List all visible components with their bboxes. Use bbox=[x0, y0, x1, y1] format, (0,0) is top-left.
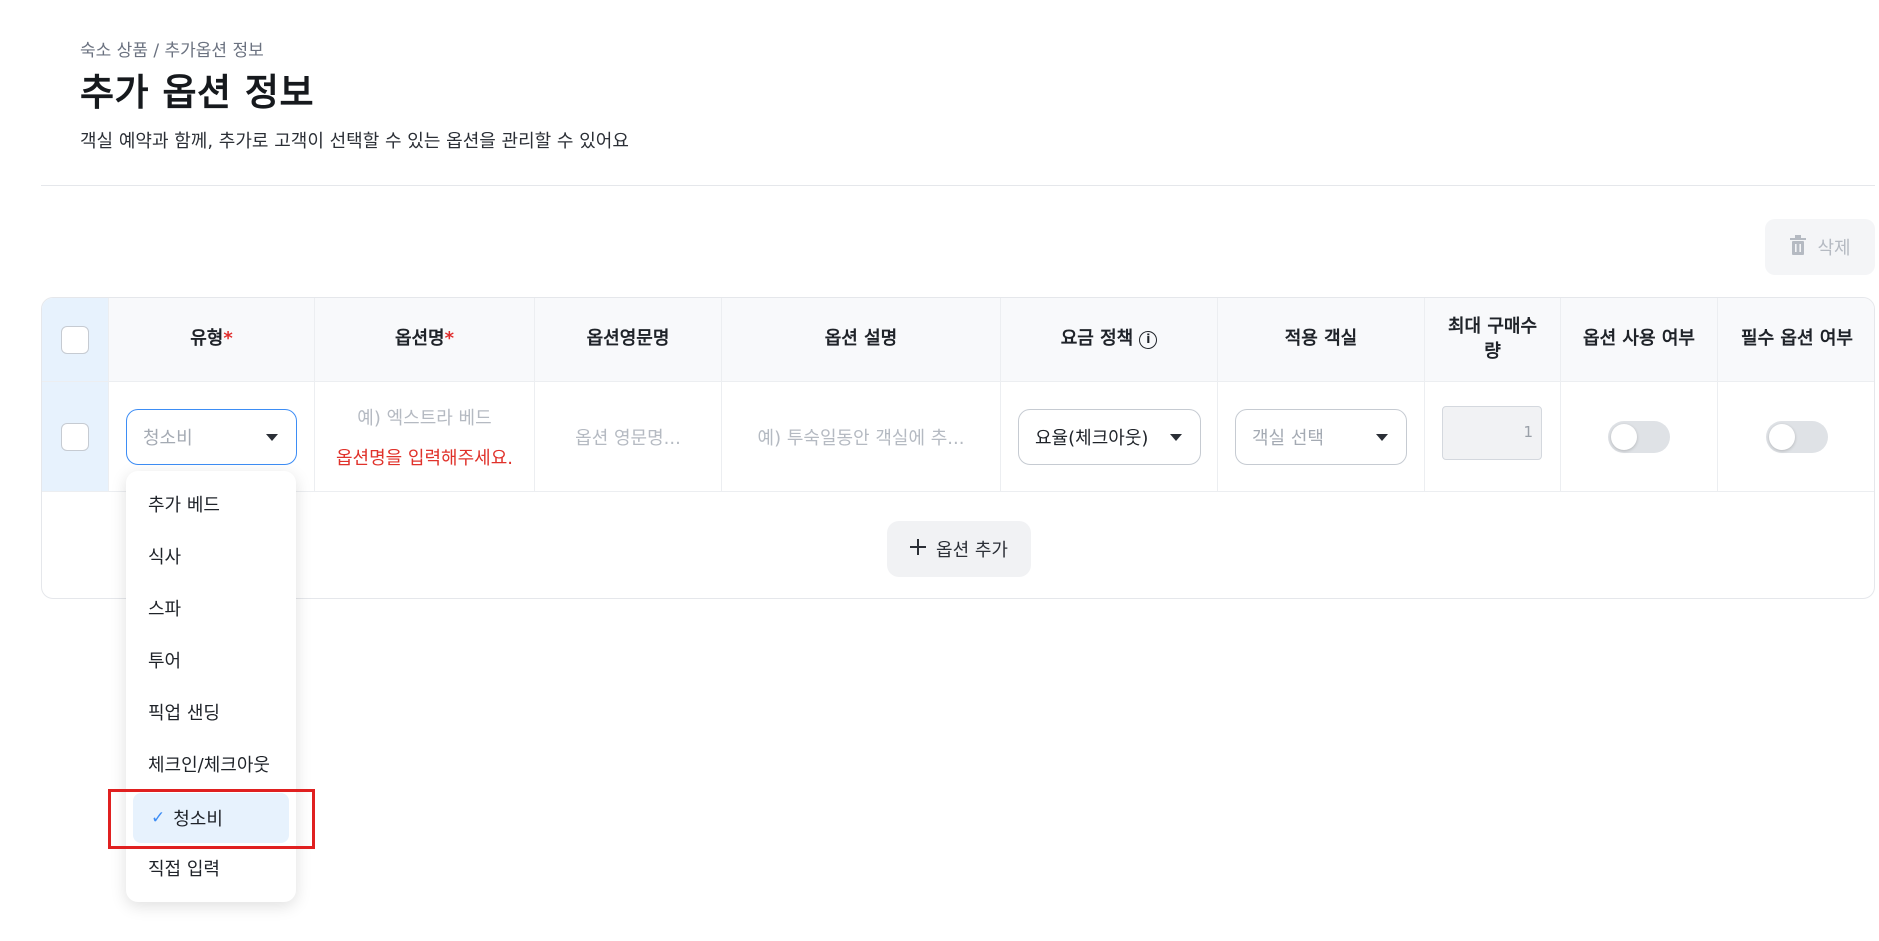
required-mark: * bbox=[223, 328, 233, 350]
dropdown-item[interactable]: 투어 bbox=[148, 647, 181, 673]
delete-label: 삭제 bbox=[1817, 238, 1851, 259]
header-max-qty: 최대 구매수량 bbox=[1425, 298, 1561, 381]
header-divider bbox=[41, 185, 1875, 186]
caret-down-icon bbox=[1376, 433, 1388, 441]
pricing-select-value: 요율(체크아웃) bbox=[1035, 428, 1149, 449]
dropdown-item-label: 청소비 bbox=[173, 809, 223, 830]
header-name-label: 옵션명 bbox=[394, 328, 445, 350]
type-select-value: 청소비 bbox=[143, 428, 193, 449]
header-type: 유형 * bbox=[109, 298, 315, 381]
table-row: 청소비 예) 엑스트라 베드 옵션명을 입력해주세요. 옵션 영문명... 예)… bbox=[42, 382, 1874, 492]
header-en-name: 옵션영문명 bbox=[535, 298, 722, 381]
page-title: 추가 옵션 정보 bbox=[80, 71, 315, 114]
rooms-cell: 객실 선택 bbox=[1218, 382, 1425, 491]
option-en-name-input[interactable]: 옵션 영문명... bbox=[575, 424, 681, 450]
required-mark: * bbox=[444, 328, 455, 350]
dropdown-item[interactable]: 식사 bbox=[148, 543, 181, 569]
page-description: 객실 예약과 함께, 추가로 고객이 선택할 수 있는 옵션을 관리할 수 있어… bbox=[80, 131, 629, 152]
desc-cell: 예) 투숙일동안 객실에 추... bbox=[722, 382, 1001, 491]
option-use-toggle[interactable] bbox=[1608, 420, 1670, 453]
type-select[interactable]: 청소비 bbox=[126, 409, 297, 465]
plus-icon bbox=[910, 538, 927, 560]
caret-down-icon bbox=[1170, 433, 1182, 441]
info-icon[interactable]: i bbox=[1139, 330, 1158, 349]
row-select-cell bbox=[42, 382, 109, 491]
header-type-label: 유형 bbox=[190, 328, 224, 350]
add-option-button[interactable]: 옵션 추가 bbox=[887, 521, 1031, 577]
dropdown-item-selected[interactable]: ✓ 청소비 bbox=[133, 793, 289, 843]
header-desc: 옵션 설명 bbox=[722, 298, 1001, 381]
required-cell bbox=[1718, 382, 1874, 491]
check-icon: ✓ bbox=[151, 808, 166, 828]
rooms-select-value: 객실 선택 bbox=[1252, 428, 1324, 449]
dropdown-item[interactable]: 스파 bbox=[148, 595, 181, 621]
table-header: 유형 * 옵션명 * 옵션영문명 옵션 설명 요금 정책 i 적용 객실 최대 구매… bbox=[42, 298, 1874, 382]
caret-down-icon bbox=[266, 433, 278, 441]
header-select-cell bbox=[42, 298, 109, 381]
delete-button[interactable]: 삭제 bbox=[1765, 219, 1875, 275]
header-required: 필수 옵션 여부 bbox=[1718, 298, 1874, 381]
row-checkbox[interactable] bbox=[61, 422, 89, 451]
option-desc-input[interactable]: 예) 투숙일동안 객실에 추... bbox=[758, 424, 965, 450]
breadcrumb: 숙소 상품 / 추가옵션 정보 bbox=[80, 41, 264, 61]
header-rooms-label: 적용 객실 bbox=[1284, 328, 1358, 350]
header-desc-label: 옵션 설명 bbox=[824, 328, 898, 350]
header-name: 옵션명 * bbox=[315, 298, 535, 381]
dropdown-item[interactable]: 픽업 샌딩 bbox=[148, 699, 220, 725]
option-name-input[interactable]: 예) 엑스트라 베드 bbox=[357, 404, 491, 430]
max-qty-input[interactable]: 1 bbox=[1442, 406, 1542, 460]
type-dropdown-menu: 추가 베드 식사 스파 투어 픽업 샌딩 체크인/체크아웃 ✓ 청소비 직접 입… bbox=[126, 471, 296, 902]
max-qty-cell: 1 bbox=[1425, 382, 1561, 491]
header-en-name-label: 옵션영문명 bbox=[586, 328, 670, 350]
header-use: 옵션 사용 여부 bbox=[1561, 298, 1718, 381]
name-cell: 예) 엑스트라 베드 옵션명을 입력해주세요. bbox=[315, 382, 535, 491]
trash-icon bbox=[1789, 234, 1807, 260]
select-all-checkbox[interactable] bbox=[61, 325, 89, 354]
header-use-label: 옵션 사용 여부 bbox=[1583, 328, 1695, 350]
pricing-select[interactable]: 요율(체크아웃) bbox=[1018, 409, 1201, 465]
pricing-cell: 요율(체크아웃) bbox=[1001, 382, 1218, 491]
use-cell bbox=[1561, 382, 1718, 491]
header-max-qty-label: 최대 구매수량 bbox=[1447, 316, 1538, 362]
header-rooms: 적용 객실 bbox=[1218, 298, 1425, 381]
add-option-label: 옵션 추가 bbox=[936, 540, 1008, 561]
en-name-cell: 옵션 영문명... bbox=[535, 382, 722, 491]
rooms-select[interactable]: 객실 선택 bbox=[1235, 409, 1407, 465]
dropdown-item[interactable]: 직접 입력 bbox=[148, 855, 220, 881]
option-name-error: 옵션명을 입력해주세요. bbox=[335, 447, 514, 469]
option-required-toggle[interactable] bbox=[1766, 420, 1828, 453]
options-table: 유형 * 옵션명 * 옵션영문명 옵션 설명 요금 정책 i 적용 객실 최대 구매… bbox=[41, 297, 1875, 599]
dropdown-item[interactable]: 추가 베드 bbox=[148, 491, 220, 517]
dropdown-item[interactable]: 체크인/체크아웃 bbox=[148, 751, 270, 777]
header-required-label: 필수 옵션 여부 bbox=[1741, 328, 1853, 350]
header-pricing-label: 요금 정책 bbox=[1060, 328, 1134, 350]
header-pricing: 요금 정책 i bbox=[1001, 298, 1218, 381]
